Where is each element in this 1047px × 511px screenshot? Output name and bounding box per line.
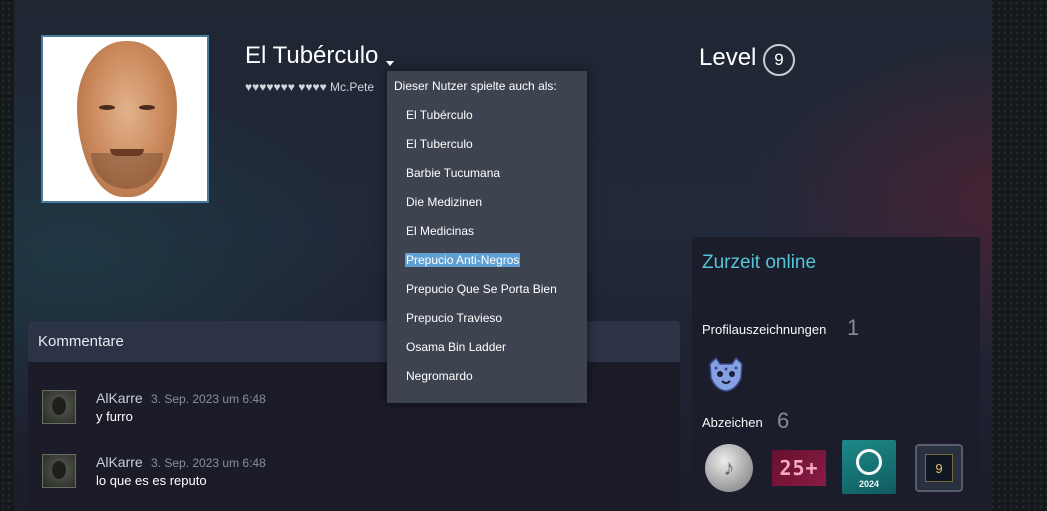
name-history-item[interactable]: El Medicinas [405,224,475,238]
name-history-item[interactable]: Prepucio Que Se Porta Bien [405,282,558,296]
profile-avatar[interactable] [41,35,209,203]
name-history-item[interactable]: El Tuberculo [405,137,474,151]
level-badge[interactable]: 9 [763,44,795,76]
comment-text: y furro [96,409,133,424]
name-history-item[interactable]: Negromardo [405,369,474,383]
name-history-item[interactable]: Die Medizinen [405,195,483,209]
silver-lyre-badge-icon[interactable]: ♪ [705,444,753,492]
persona-name[interactable]: El Tubérculo [245,42,378,70]
comments-title: Kommentare [38,333,124,350]
comment-timestamp: 3. Sep. 2023 um 6:48 [151,456,266,470]
name-history-dropdown: Dieser Nutzer spielte auch als: El Tubér… [387,71,587,403]
real-name: ♥♥♥♥♥♥♥ ♥♥♥♥ Mc.Pete [245,80,375,94]
commenter-avatar[interactable] [42,390,76,424]
badges-count: 6 [777,408,790,433]
level-label: Level [699,44,757,71]
name-history-item[interactable]: El Tubérculo [405,108,474,122]
name-history-item[interactable]: Barbie Tucumana [405,166,501,180]
name-history-title: Dieser Nutzer spielte auch als: [394,79,557,93]
online-status: Zurzeit online [702,252,817,273]
name-history-dropdown-arrow-icon[interactable] [386,61,394,66]
comment-timestamp: 3. Sep. 2023 um 6:48 [151,392,266,406]
badges-link[interactable]: Abzeichen [702,415,763,430]
commenter-avatar[interactable] [42,454,76,488]
profile-awards-count: 1 [847,315,860,340]
level-value: 9 [774,50,784,69]
name-history-item[interactable]: Osama Bin Ladder [405,340,507,354]
profile-page: El Tubérculo ♥♥♥♥♥♥♥ ♥♥♥♥ Mc.Pete Level … [14,0,992,511]
leopard-award-icon[interactable] [706,354,746,394]
level-badge-icon[interactable]: 9 [915,444,963,492]
avatar-face-image [77,41,177,197]
years-of-service-badge-icon[interactable]: 25+ [772,450,826,486]
comment-author[interactable]: AlKarre [96,454,143,470]
profile-awards-link[interactable]: Profilauszeichnungen [702,322,826,337]
comment-author[interactable]: AlKarre [96,390,143,406]
name-history-item[interactable]: Prepucio Travieso [405,311,503,325]
comment-text: lo que es es reputo [96,473,207,488]
name-history-item-selected[interactable]: Prepucio Anti-Negros [405,253,521,267]
profile-sidebar: Zurzeit online Profilauszeichnungen 1 Ab… [692,237,980,511]
steam-replay-badge-icon[interactable]: 2024 [842,440,896,494]
